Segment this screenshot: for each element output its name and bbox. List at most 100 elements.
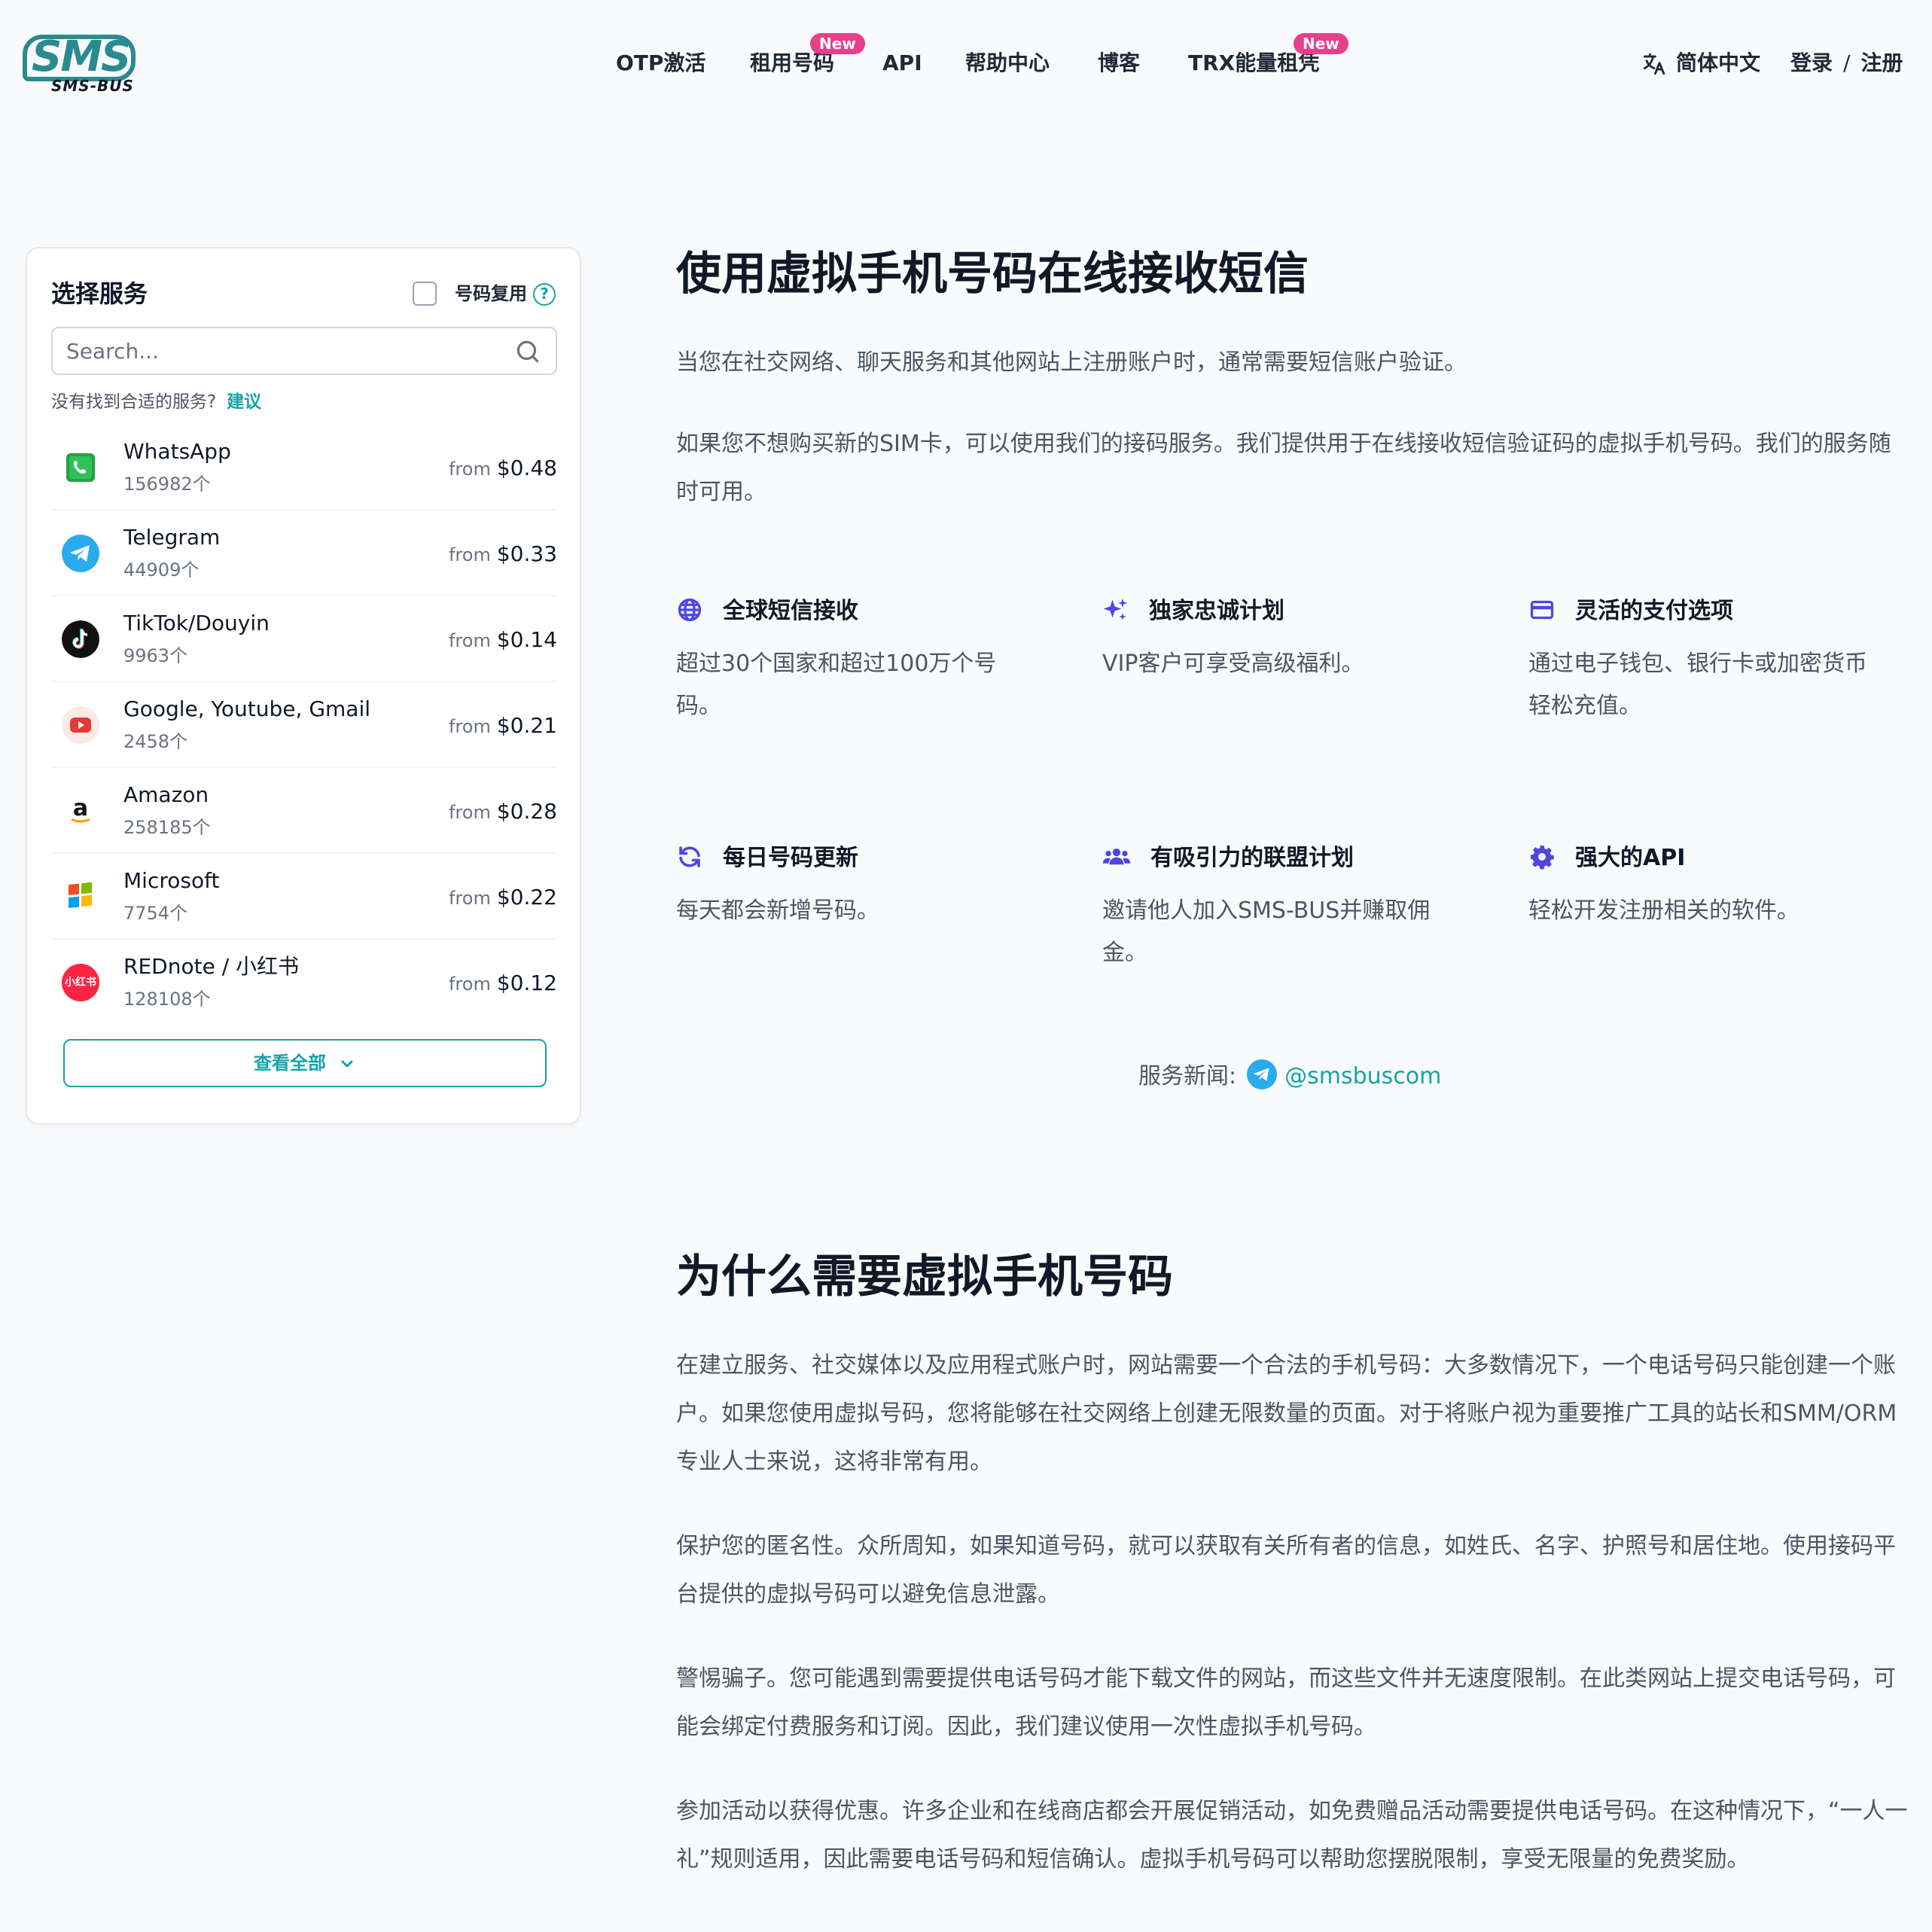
reuse-label: 号码复用 — [455, 283, 527, 304]
service-price: from $0.33 — [449, 539, 557, 570]
service-row-telegram[interactable]: Telegram 44909个 from $0.33 — [51, 510, 557, 596]
nav-item-api[interactable]: API — [882, 47, 922, 80]
nav-item-trx[interactable]: TRX能量租凭 New — [1188, 33, 1348, 80]
feature-desc: 通过电子钱包、银行卡或加密货币轻松充值。 — [1528, 651, 1867, 719]
feature-title-text: 每日号码更新 — [723, 845, 858, 871]
service-name: TikTok/Douyin — [123, 611, 270, 635]
new-badge: New — [810, 33, 865, 54]
service-count: 2458个 — [123, 731, 188, 752]
service-name: Google, Youtube, Gmail — [123, 696, 371, 721]
feature-title-text: 独家忠诚计划 — [1149, 598, 1284, 624]
auth-links: 登录 / 注册 — [1790, 47, 1903, 80]
service-row-google[interactable]: Google, Youtube, Gmail 2458个 from $0.21 — [51, 682, 557, 768]
service-row-microsoft[interactable]: Microsoft 7754个 from $0.22 — [51, 854, 557, 940]
youtube-icon — [62, 706, 99, 744]
feature-title-text: 灵活的支付选项 — [1575, 598, 1733, 624]
why-paragraph-2: 保护您的匿名性。众所周知，如果知道号码，就可以获取有关所有者的信息，如姓氏、名字… — [676, 1533, 1896, 1607]
feature-desc: 轻松开发注册相关的软件。 — [1528, 897, 1799, 924]
service-list: WhatsApp 156982个 from $0.48 Telegram 4490… — [51, 425, 557, 1025]
feature-title: 每日号码更新 — [676, 842, 858, 875]
why-paragraph-4: 参加活动以获得优惠。许多企业和在线商店都会开展促销活动，如免费赠品活动需要提供电… — [676, 1798, 1908, 1873]
help-icon[interactable]: ? — [533, 283, 556, 306]
intro-paragraph-2: 如果您不想购买新的SIM卡，可以使用我们的接码服务。我们提供用于在线接收短信验证… — [676, 431, 1891, 505]
search-box — [51, 327, 557, 375]
sparkles-icon — [1103, 598, 1127, 620]
new-badge: New — [1294, 33, 1348, 54]
from-label: from — [448, 630, 491, 651]
service-name: Telegram — [123, 525, 221, 550]
feature-desc: VIP客户可享受高级福利。 — [1102, 651, 1364, 677]
service-price: from $0.14 — [449, 625, 557, 656]
feature-title-text: 有吸引力的联盟计划 — [1150, 845, 1354, 871]
suggest-line: 没有找到合适的服务? 建议 — [51, 389, 261, 416]
nav-item-rent[interactable]: 租用号码 New — [750, 33, 865, 80]
telegram-icon — [1247, 1059, 1278, 1089]
price-value: $0.21 — [496, 713, 557, 738]
register-link[interactable]: 注册 — [1860, 50, 1903, 75]
price-value: $0.28 — [496, 799, 557, 824]
service-name: Microsoft — [123, 868, 220, 893]
language-selector[interactable]: 简体中文 — [1641, 47, 1760, 80]
nav-item-blog[interactable]: 博客 — [1098, 47, 1140, 80]
nav-label: TRX能量租凭 — [1188, 50, 1320, 75]
svg-text:a: a — [73, 795, 88, 821]
why-paragraph-1: 在建立服务、社交媒体以及应用程式账户时，网站需要一个合法的手机号码：大多数情况下… — [676, 1352, 1897, 1475]
price-value: $0.33 — [496, 541, 557, 566]
search-input[interactable] — [66, 336, 503, 366]
rednote-icon-text: 小红书 — [65, 977, 96, 989]
reuse-checkbox[interactable] — [413, 282, 437, 306]
why-title: 为什么需要虚拟手机号码 — [676, 1251, 1173, 1303]
from-label: from — [448, 544, 491, 565]
service-count: 44909个 — [123, 559, 200, 581]
feature-desc: 每天都会新增号码。 — [676, 897, 879, 924]
nav-label: 帮助中心 — [965, 50, 1050, 75]
feature-desc: 邀请他人加入SMS-BUS并赚取佣金。 — [1102, 897, 1431, 966]
nav-label: API — [882, 50, 922, 75]
news-telegram-link[interactable]: @smsbuscom — [1284, 1063, 1441, 1089]
service-price: from $0.21 — [449, 711, 557, 742]
auth-separator: / — [1843, 50, 1851, 75]
service-count: 156982个 — [123, 474, 211, 495]
service-name: REDnote / 小红书 — [123, 954, 300, 979]
why-paragraph-3: 警惕骗子。您可能遇到需要提供电话号码才能下载文件的网站，而这些文件并无速度限制。… — [676, 1665, 1896, 1740]
news-label: 服务新闻: — [1138, 1063, 1237, 1089]
refresh-icon — [679, 846, 700, 867]
view-all-label: 查看全部 — [254, 1053, 326, 1074]
suggest-link[interactable]: 建议 — [227, 392, 261, 412]
feature-title: 独家忠诚计划 — [1102, 595, 1284, 628]
service-row-amazon[interactable]: a Amazon 258185个 from $0.28 — [51, 768, 557, 854]
nav-label: 博客 — [1098, 50, 1141, 75]
credit-card-icon — [1530, 600, 1554, 619]
view-all-button[interactable]: 查看全部 — [63, 1039, 547, 1087]
service-row-whatsapp[interactable]: WhatsApp 156982个 from $0.48 — [51, 425, 557, 510]
intro-paragraph-1: 当您在社交网络、聊天服务和其他网站上注册账户时，通常需要短信账户验证。 — [676, 349, 1467, 376]
service-count: 258185个 — [123, 817, 211, 838]
service-row-rednote[interactable]: 小红书 REDnote / 小红书 128108个 from $0.12 — [51, 940, 557, 1025]
feature-title-text: 强大的API — [1575, 845, 1686, 871]
service-name: WhatsApp — [123, 439, 231, 464]
nav-item-help[interactable]: 帮助中心 — [965, 47, 1050, 80]
service-price: from $0.22 — [449, 882, 557, 913]
feature-title: 强大的API — [1528, 842, 1685, 875]
feature-title-text: 全球短信接收 — [723, 598, 858, 624]
from-label: from — [448, 888, 491, 909]
nav-item-otp[interactable]: OTP激活 — [616, 47, 705, 80]
feature-title: 全球短信接收 — [676, 595, 858, 628]
service-row-tiktok[interactable]: TikTok/Douyin 9963个 from $0.14 — [51, 596, 557, 682]
service-count: 128108个 — [123, 989, 211, 1010]
tiktok-icon — [62, 620, 99, 658]
suggest-text: 没有找到合适的服务? — [51, 392, 217, 412]
nav-label: OTP激活 — [616, 50, 706, 75]
telegram-icon — [62, 535, 99, 572]
service-count: 9963个 — [123, 645, 188, 666]
globe-icon — [678, 598, 702, 621]
rednote-icon: 小红书 — [62, 964, 99, 1001]
chevron-down-icon — [341, 1060, 353, 1068]
language-label: 简体中文 — [1676, 50, 1761, 75]
service-price: from $0.28 — [449, 797, 557, 827]
amazon-icon: a — [62, 792, 99, 830]
search-icon[interactable] — [513, 337, 542, 366]
microsoft-icon — [62, 878, 99, 916]
feature-title: 灵活的支付选项 — [1528, 595, 1733, 628]
login-link[interactable]: 登录 — [1790, 50, 1833, 75]
